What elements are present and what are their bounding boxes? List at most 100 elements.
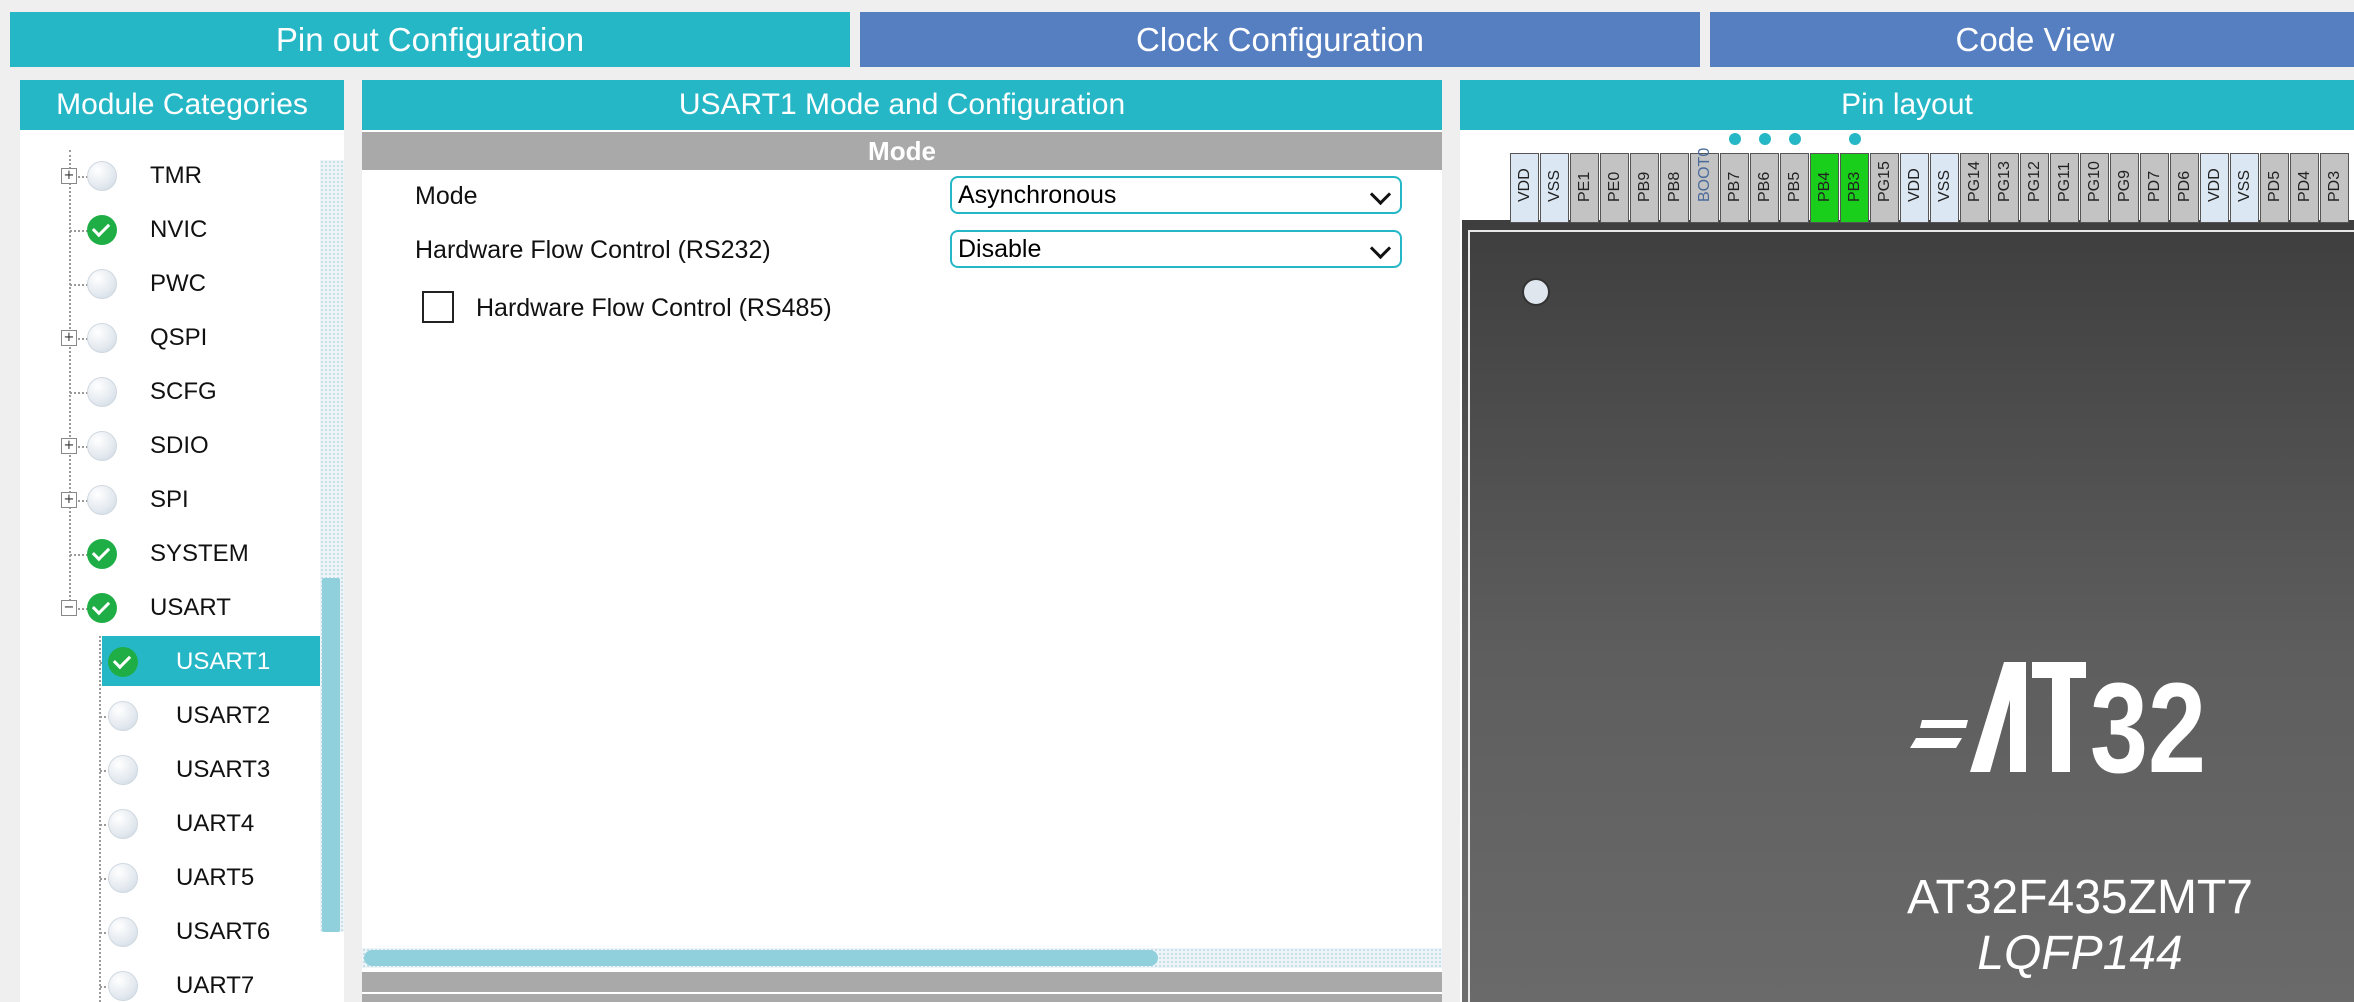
disabled-status-icon <box>87 323 117 353</box>
pin-label: PE0 <box>1605 171 1623 202</box>
sidebar-item-system[interactable]: SYSTEM <box>20 528 318 582</box>
pin-pb6[interactable]: PB6 <box>1750 153 1779 223</box>
sidebar-item-usart[interactable]: − USART <box>20 582 318 636</box>
pin-pg14[interactable]: PG14 <box>1960 153 1989 223</box>
pin-vss[interactable]: VSS <box>1930 153 1959 223</box>
pin-pd4[interactable]: PD4 <box>2290 153 2319 223</box>
pin-pg12[interactable]: PG12 <box>2020 153 2049 223</box>
pin-pb7[interactable]: PB7 <box>1720 153 1749 223</box>
pin-pg10[interactable]: PG10 <box>2080 153 2109 223</box>
pin-label: VDD <box>2205 168 2223 202</box>
sidebar-item-label: SCFG <box>150 378 217 405</box>
module-tree: + TMR NVIC PWC + QSPI SCFG + SDIO + SPI SYSTEM − USAR… <box>20 150 344 1002</box>
sidebar-item-tmr[interactable]: + TMR <box>20 150 318 204</box>
sidebar-item-label: PWC <box>150 270 206 297</box>
disabled-status-icon <box>108 863 138 893</box>
pin-pg9[interactable]: PG9 <box>2110 153 2139 223</box>
mode-select[interactable]: Asynchronous <box>950 176 1402 214</box>
pin-label: PG15 <box>1875 161 1893 202</box>
hfc-rs485-checkbox[interactable] <box>422 291 454 323</box>
pin-label: PG13 <box>1995 161 2013 202</box>
pin-pb8[interactable]: PB8 <box>1660 153 1689 223</box>
pin-pe0[interactable]: PE0 <box>1600 153 1629 223</box>
pin-indicator-dot <box>1849 133 1861 145</box>
pin-pb4[interactable]: PB4 <box>1810 153 1839 223</box>
module-categories-title: Module Categories <box>20 80 344 130</box>
pin-pg15[interactable]: PG15 <box>1870 153 1899 223</box>
pin-boot0[interactable]: BOOT0 <box>1690 148 1719 223</box>
hfc-rs232-select[interactable]: Disable <box>950 230 1402 268</box>
pin-vdd[interactable]: VDD <box>1510 153 1539 223</box>
pin-vdd[interactable]: VDD <box>2200 153 2229 223</box>
tab-code-view[interactable]: Code View <box>1710 12 2354 67</box>
disabled-status-icon <box>87 377 117 407</box>
sidebar-item-usart1[interactable]: USART1 <box>20 636 338 690</box>
sidebar-item-usart2[interactable]: USART2 <box>20 690 318 744</box>
mode-section-header[interactable]: Mode <box>362 132 1442 170</box>
sidebar-item-pwc[interactable]: PWC <box>20 258 318 312</box>
sidebar-item-usart3[interactable]: USART3 <box>20 744 318 798</box>
sidebar-item-usart6[interactable]: USART6 <box>20 906 318 960</box>
disabled-status-icon <box>108 809 138 839</box>
chip-part-number: AT32F435ZMT7 <box>1907 871 2253 924</box>
sidebar-item-qspi[interactable]: + QSPI <box>20 312 318 366</box>
expand-icon[interactable]: + <box>61 330 77 346</box>
sidebar-item-label: QSPI <box>150 324 208 351</box>
pin-pd6[interactable]: PD6 <box>2170 153 2199 223</box>
pin-layout-panel: Pin layout VDD VSS PE1 PE0 PB9 PB8 BOOT0 PB7 PB6… <box>1460 80 2354 1002</box>
chevron-down-icon <box>1369 237 1392 260</box>
sidebar-item-uart7[interactable]: UART7 <box>20 960 318 1002</box>
expand-icon[interactable]: + <box>61 492 77 508</box>
tab-clock-configuration[interactable]: Clock Configuration <box>860 12 1700 67</box>
disabled-status-icon <box>108 701 138 731</box>
pin-vdd[interactable]: VDD <box>1900 153 1929 223</box>
sidebar-item-uart4[interactable]: UART4 <box>20 798 318 852</box>
sidebar-item-sdio[interactable]: + SDIO <box>20 420 318 474</box>
hfc-rs232-label: Hardware Flow Control (RS232) <box>415 236 771 264</box>
pin-label: BOOT0 <box>1695 147 1713 202</box>
sidebar-item-label: SDIO <box>150 432 209 459</box>
sidebar-item-uart5[interactable]: UART5 <box>20 852 318 906</box>
pin-pg11[interactable]: PG11 <box>2050 153 2079 223</box>
config-panel-title: USART1 Mode and Configuration <box>362 80 1442 130</box>
pin-pd7[interactable]: PD7 <box>2140 153 2169 223</box>
pin-pd5[interactable]: PD5 <box>2260 153 2289 223</box>
disabled-status-icon <box>108 755 138 785</box>
pin-pg13[interactable]: PG13 <box>1990 153 2019 223</box>
config-hscrollbar-thumb[interactable] <box>364 950 1158 966</box>
pin-label: PB4 <box>1815 171 1833 202</box>
mode-label: Mode <box>415 182 478 210</box>
pin-label: VDD <box>1515 168 1533 202</box>
sidebar-item-nvic[interactable]: NVIC <box>20 204 318 258</box>
disabled-status-icon <box>87 485 117 515</box>
pin-label: PG10 <box>2085 161 2103 202</box>
hfc-rs485-label: Hardware Flow Control (RS485) <box>476 294 832 322</box>
collapse-icon[interactable]: − <box>61 600 77 616</box>
tab-pinout-configuration[interactable]: Pin out Configuration <box>10 12 850 67</box>
pin-label: PG14 <box>1965 161 1983 202</box>
sidebar-item-label: SYSTEM <box>150 540 249 567</box>
expand-icon[interactable]: + <box>61 168 77 184</box>
pin-pb3[interactable]: PB3 <box>1840 153 1869 223</box>
pin-indicator-dot <box>1759 133 1771 145</box>
sidebar-item-label: USART1 <box>176 648 271 675</box>
enabled-check-icon <box>87 215 117 245</box>
expand-icon[interactable]: + <box>61 438 77 454</box>
pin-pd3[interactable]: PD3 <box>2320 153 2349 223</box>
sidebar-item-label: UART4 <box>176 810 255 837</box>
pin-pb9[interactable]: PB9 <box>1630 153 1659 223</box>
pin-pb5[interactable]: PB5 <box>1780 153 1809 223</box>
pin-label: PB6 <box>1755 171 1773 202</box>
tree-scrollbar-thumb[interactable] <box>322 578 340 932</box>
enabled-check-icon <box>87 593 117 623</box>
pin-indicator-dot <box>1789 133 1801 145</box>
pin-label: PG9 <box>2115 169 2133 202</box>
pin-indicator-dot <box>1729 133 1741 145</box>
pin-pe1[interactable]: PE1 <box>1570 153 1599 223</box>
sidebar-item-scfg[interactable]: SCFG <box>20 366 318 420</box>
pin-vss[interactable]: VSS <box>2230 153 2259 223</box>
sidebar-item-spi[interactable]: + SPI <box>20 474 318 528</box>
module-categories-panel: Module Categories + TMR NVIC PWC + QSPI SCFG + S… <box>20 80 344 1002</box>
sidebar-item-label: SPI <box>150 486 189 513</box>
pin-vss[interactable]: VSS <box>1540 153 1569 223</box>
